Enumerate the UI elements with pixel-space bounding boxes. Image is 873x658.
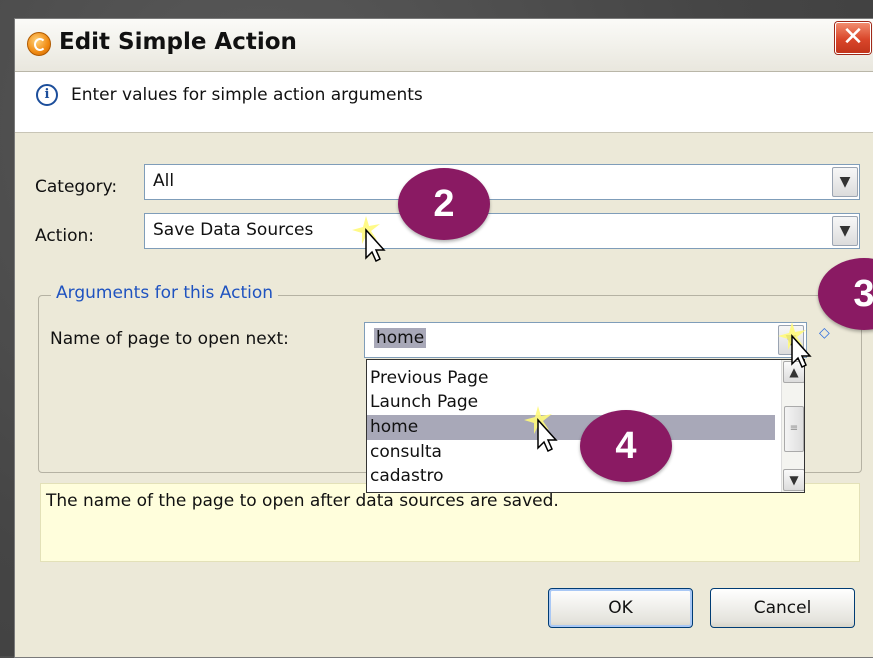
close-icon[interactable]: ✕	[835, 22, 871, 54]
page-dropdown-list[interactable]: Previous Page Launch Page home consulta …	[366, 359, 805, 493]
ok-button[interactable]: OK	[548, 588, 693, 628]
action-select[interactable]: Save Data Sources ▼	[144, 213, 860, 249]
step-marker-2: 2	[398, 168, 490, 240]
cursor-icon	[778, 322, 812, 368]
page-to-open-value: home	[374, 328, 427, 348]
step-marker-4: 4	[580, 410, 672, 482]
cursor-icon	[352, 216, 386, 262]
arguments-group-title: Arguments for this Action	[51, 283, 279, 303]
app-icon	[27, 32, 51, 56]
title-bar: Edit Simple Action ✕	[15, 19, 873, 72]
edit-simple-action-dialog: Edit Simple Action ✕ i Enter values for …	[14, 18, 873, 658]
page-to-open-combo[interactable]: home ▼	[364, 322, 807, 358]
dropdown-scrollbar[interactable]: ▲ ≡ ▼	[781, 360, 804, 492]
dialog-title: Edit Simple Action	[59, 29, 297, 55]
category-select[interactable]: All ▼	[144, 164, 860, 200]
pin-icon: ◇	[819, 325, 830, 341]
scroll-down-icon[interactable]: ▼	[783, 469, 804, 491]
dropdown-item[interactable]: cadastro	[370, 464, 444, 489]
dropdown-item[interactable]: consulta	[370, 440, 442, 465]
dropdown-item[interactable]: Previous Page	[370, 366, 488, 391]
dropdown-item[interactable]: Launch Page	[370, 390, 478, 415]
info-bar: i Enter values for simple action argumen…	[15, 72, 873, 133]
dropdown-item-selected[interactable]: home	[367, 415, 775, 440]
chevron-down-icon[interactable]: ▼	[832, 216, 858, 246]
info-icon: i	[36, 84, 58, 106]
info-text: Enter values for simple action arguments	[71, 85, 423, 105]
action-value: Save Data Sources	[153, 220, 314, 240]
category-value: All	[153, 171, 175, 191]
scrollbar-thumb[interactable]: ≡	[784, 406, 804, 452]
description-box: The name of the page to open after data …	[40, 483, 860, 562]
action-label: Action:	[35, 226, 94, 246]
cancel-button[interactable]: Cancel	[710, 588, 855, 628]
page-to-open-label: Name of page to open next:	[50, 329, 289, 349]
chevron-down-icon[interactable]: ▼	[832, 167, 858, 197]
description-text: The name of the page to open after data …	[46, 491, 559, 511]
category-label: Category:	[35, 177, 118, 197]
cursor-icon	[524, 406, 558, 452]
